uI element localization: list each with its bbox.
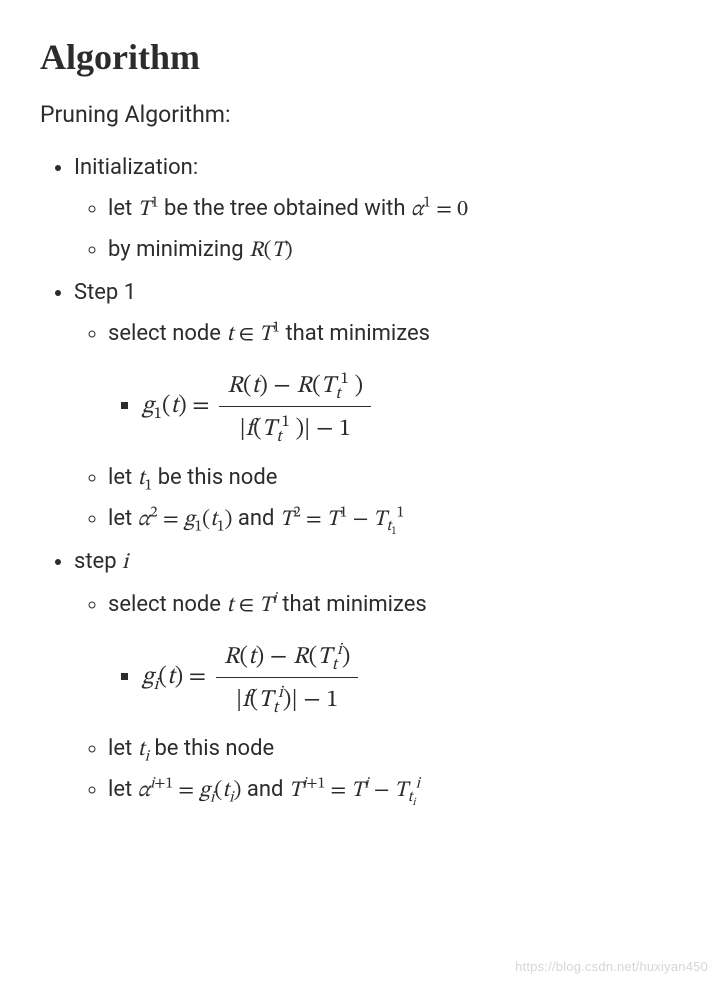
stepi-line-d: let αi+1 = gi(ti) and Ti+1 = Ti − Ttii bbox=[108, 773, 686, 808]
step1-formula: g1(t) = R(t) − R(Tt1 ) |f(Tt1 )| − 1 bbox=[142, 360, 686, 453]
math-g1t-eq: g1(t) = bbox=[142, 394, 215, 418]
stepi-formula: gi(t) = R(t) − R(Tti) |f(Tti)| − 1 bbox=[142, 631, 686, 724]
math-T1: T1 bbox=[138, 199, 159, 221]
math-t-in-T1: t ∈ T1 bbox=[226, 324, 280, 346]
math-R-T: R(T) bbox=[249, 240, 293, 262]
math-ti: ti bbox=[138, 739, 149, 761]
text: and bbox=[241, 777, 288, 802]
item-step-1: Step 1 select node t ∈ T1 that minimizes… bbox=[74, 276, 686, 537]
text: let bbox=[108, 196, 138, 221]
math-t1: t1 bbox=[138, 468, 153, 490]
math-git-eq: gi(t) = bbox=[142, 665, 212, 689]
text: select node bbox=[108, 592, 226, 617]
text: let bbox=[108, 736, 138, 761]
text: let bbox=[108, 465, 138, 490]
text: be this node bbox=[149, 736, 274, 761]
subtitle: Pruning Algorithm: bbox=[40, 98, 686, 133]
algorithm-list: Initialization: let T1 be the tree obtai… bbox=[40, 151, 686, 808]
page-title: Algorithm bbox=[40, 30, 686, 84]
watermark: https://blog.csdn.net/huxiyan450 bbox=[515, 957, 708, 977]
item-initialization: Initialization: let T1 be the tree obtai… bbox=[74, 151, 686, 268]
text: and bbox=[232, 506, 279, 531]
math-t-in-Ti: t ∈ Ti bbox=[226, 595, 276, 617]
math-T2-eq: T2 = T1 − Tt11 bbox=[280, 509, 404, 531]
text: that minimizes bbox=[277, 592, 427, 617]
stepi-line-a: select node t ∈ Ti that minimizes gi(t) … bbox=[108, 588, 686, 724]
math-alphai1-eq-giti: αi+1 = gi(ti) bbox=[138, 780, 242, 802]
step1-label: Step 1 bbox=[74, 280, 136, 305]
math-alpha1-eq-0: α1 = 0 bbox=[411, 199, 468, 221]
math-alpha2-eq-g1t1: α2 = g1(t1) bbox=[138, 509, 233, 531]
init-label: Initialization: bbox=[74, 155, 198, 180]
step1-line-a: select node t ∈ T1 that minimizes g1(t) … bbox=[108, 317, 686, 453]
step1-line-d: let α2 = g1(t1) and T2 = T1 − Tt11 bbox=[108, 502, 686, 537]
math-fraction-1: R(t) − R(Tt1 ) |f(Tt1 )| − 1 bbox=[219, 366, 371, 447]
math-fraction-i: R(t) − R(Tti) |f(Tti)| − 1 bbox=[216, 637, 359, 718]
text: let bbox=[108, 506, 138, 531]
text: by minimizing bbox=[108, 237, 249, 262]
text: be this node bbox=[152, 465, 277, 490]
stepi-label: step i bbox=[74, 549, 128, 574]
item-step-i: step i select node t ∈ Ti that minimizes… bbox=[74, 545, 686, 808]
step1-line-c: let t1 be this node bbox=[108, 461, 686, 496]
text: be the tree obtained with bbox=[159, 196, 411, 221]
math-Ti1-eq: Ti+1 = Ti − Ttii bbox=[289, 780, 420, 802]
init-line-a: let T1 be the tree obtained with α1 = 0 bbox=[108, 192, 686, 227]
stepi-line-c: let ti be this node bbox=[108, 732, 686, 767]
text: that minimizes bbox=[280, 321, 430, 346]
text: let bbox=[108, 777, 138, 802]
init-line-b: by minimizing R(T) bbox=[108, 233, 686, 268]
text: select node bbox=[108, 321, 226, 346]
